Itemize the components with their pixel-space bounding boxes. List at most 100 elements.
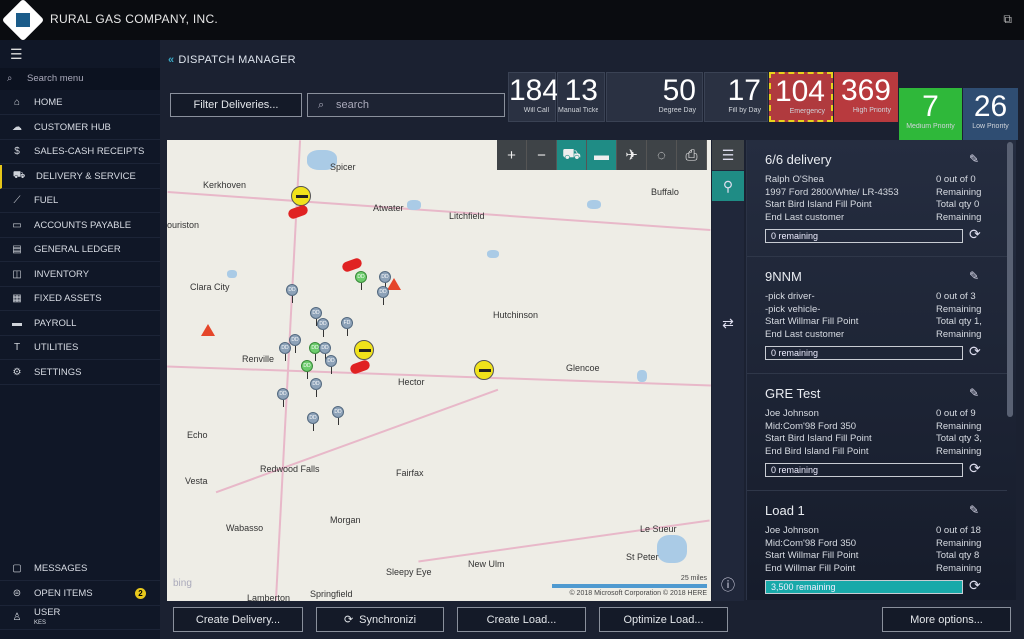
zoom-out-icon[interactable]: − — [527, 140, 557, 170]
refresh-icon[interactable]: ⟳ — [969, 226, 981, 243]
sidebar-item-payroll[interactable]: ▬ PAYROLL — [0, 312, 160, 336]
sidebar-icon: ⟋ — [13, 195, 21, 206]
map[interactable]: Spicer Kerkhoven Atwater Litchfield Buffalo o… — [167, 140, 711, 601]
create-load-button[interactable]: Create Load... — [457, 607, 586, 632]
lasso-icon[interactable]: ◌ — [647, 140, 677, 170]
sidebar-item-accounts-payable[interactable]: ▭ ACCOUNTS PAYABLE — [0, 214, 160, 238]
sidebar-item-delivery-service[interactable]: ⛟ DELIVERY & SERVICE — [0, 164, 160, 189]
scrollbar[interactable] — [1007, 142, 1013, 417]
load-card[interactable]: Load 1 ✎ Joe Johnson 0 out of 18 Mid:Com'98 … — [747, 491, 1007, 600]
edit-icon[interactable]: ✎ — [969, 152, 979, 166]
delivery-pin[interactable]: DD — [310, 307, 322, 326]
search-menu-input[interactable]: ⌕ Search menu — [0, 68, 160, 90]
edit-icon[interactable]: ✎ — [969, 386, 979, 400]
load-card[interactable]: GRE Test ✎ Joe Johnson 0 out of 9 Mid:Com'98… — [747, 374, 1007, 491]
delivery-pin[interactable]: DD — [286, 284, 298, 303]
more-options-button[interactable]: More options... — [882, 607, 1011, 632]
sidebar-item-user[interactable]: ♙ USER KES — [0, 606, 160, 630]
delivery-pin[interactable]: DD — [317, 318, 329, 337]
sidebar-icon: ♙ — [12, 612, 22, 623]
refresh-icon[interactable]: ⟳ — [969, 343, 981, 360]
tile-will-call[interactable]: 184 Will Call — [508, 72, 559, 122]
delivery-pin[interactable]: DD — [332, 406, 344, 425]
sidebar-icon: ▦ — [12, 293, 22, 304]
tile-degree-day[interactable]: 50 Degree Day — [606, 72, 703, 122]
scale-label: 25 miles — [680, 575, 707, 582]
tile-fill-by-day[interactable]: 17 Fill by Day — [704, 72, 768, 122]
zoom-in-icon[interactable]: + — [497, 140, 527, 170]
tile-medium-priority[interactable]: 7 Medium Priority — [899, 88, 962, 140]
search-input[interactable]: ⌕ search — [307, 93, 505, 117]
sidebar-item-fuel[interactable]: ⟋ FUEL — [0, 189, 160, 213]
tile-manual-ticket[interactable]: 13 Manual Ticket — [557, 72, 605, 122]
satellite-icon[interactable]: ✈ — [617, 140, 647, 170]
info-icon[interactable]: ⓘ — [712, 570, 744, 600]
map-pin-icon[interactable]: ⚲ — [712, 171, 744, 201]
list-view-icon[interactable]: ☰ — [712, 140, 744, 170]
sidebar-item-label: USER — [34, 606, 61, 618]
delivery-pin[interactable]: DD — [355, 271, 367, 290]
company-name: RURAL GAS COMPANY, INC. — [50, 12, 219, 26]
hamburger-menu-icon[interactable]: ☰ — [10, 46, 23, 63]
tile-value: 50 — [662, 74, 696, 107]
delivery-pin[interactable]: DD — [301, 360, 313, 379]
sidebar-item-home[interactable]: ⌂ HOME — [0, 91, 160, 115]
map-town-label: Spicer — [330, 162, 356, 172]
refresh-icon[interactable]: ⟳ — [969, 577, 981, 594]
sidebar-item-settings[interactable]: ⚙ SETTINGS — [0, 361, 160, 385]
load-stat: 0 out of 9 — [936, 408, 976, 419]
sidebar-item-fixed-assets[interactable]: ▦ FIXED ASSETS — [0, 287, 160, 311]
edit-icon[interactable]: ✎ — [969, 269, 979, 283]
sidebar-item-general-ledger[interactable]: ▤ GENERAL LEDGER — [0, 238, 160, 262]
sidebar-icon: ⛟ — [12, 169, 26, 181]
delivery-marker[interactable] — [291, 186, 311, 206]
tile-low-priority[interactable]: 26 Low Priority — [963, 88, 1018, 140]
sidebar-item-customer-hub[interactable]: ☁ CUSTOMER HUB — [0, 116, 160, 140]
swap-arrows-icon[interactable]: ⇄ — [712, 308, 744, 338]
delivery-pin[interactable]: DD — [379, 271, 391, 290]
delivery-pin[interactable]: DD — [279, 342, 291, 361]
map-town-label: Wabasso — [226, 523, 264, 533]
tile-label: Low Priority — [972, 123, 1009, 130]
progress-label: 0 remaining — [771, 231, 819, 241]
edit-icon[interactable]: ✎ — [969, 503, 979, 517]
delivery-pin[interactable]: DD — [319, 342, 331, 361]
delivery-pin[interactable]: DD — [307, 412, 319, 431]
warning-marker[interactable] — [201, 324, 215, 336]
load-card[interactable]: 6/6 delivery ✎ Ralph O'Shea 0 out of 0 1997 … — [747, 140, 1007, 257]
load-detail: End Last customer — [765, 211, 845, 223]
delivery-pin[interactable]: DD — [325, 355, 337, 374]
sidebar-item-inventory[interactable]: ◫ INVENTORY — [0, 263, 160, 287]
delivery-pin[interactable]: DD — [277, 388, 289, 407]
truck-layer-icon[interactable]: ⛟ — [557, 140, 587, 170]
map-town-label: Le Sueur — [640, 524, 677, 534]
delivery-marker[interactable] — [354, 340, 374, 360]
sidebar-item-utilities[interactable]: T UTILITIES — [0, 336, 160, 360]
load-stat: Remaining — [936, 303, 982, 315]
tile-high-priority[interactable]: 369 High Priority — [834, 72, 898, 122]
filter-deliveries-button[interactable]: Filter Deliveries... — [170, 93, 302, 117]
print-icon[interactable]: ⎙ — [677, 140, 707, 170]
sidebar-item-label: FUEL — [34, 195, 59, 206]
sidebar-item-open-items[interactable]: ⊜ OPEN ITEMS 2 — [0, 582, 160, 606]
sidebar-item-sales-cash-receipts[interactable]: $ SALES-CASH RECEIPTS — [0, 140, 160, 164]
sidebar-icon: ⌂ — [13, 97, 21, 108]
sidebar-item-messages[interactable]: ▢ MESSAGES — [0, 557, 160, 581]
tile-emergency[interactable]: 104 Emergency — [769, 72, 833, 122]
delivery-pin[interactable]: FD — [341, 317, 353, 336]
tank-layer-icon[interactable]: ▬ — [587, 140, 617, 170]
delivery-pin[interactable]: DD — [377, 286, 389, 305]
truck-marker[interactable] — [286, 203, 310, 221]
synchronize-button[interactable]: ⟳ Synchronizi — [316, 607, 444, 632]
sidebar-item-label: GENERAL LEDGER — [34, 244, 121, 255]
optimize-load-button[interactable]: Optimize Load... — [599, 607, 728, 632]
delivery-pin[interactable]: DD — [289, 334, 301, 353]
map-scale: 25 miles © 2018 Microsoft Corporation © 2… — [552, 575, 707, 597]
popout-icon[interactable]: ⧉ — [1003, 12, 1012, 27]
delivery-marker[interactable] — [474, 360, 494, 380]
load-card[interactable]: 9NNM ✎ -pick driver- 0 out of 3 -pick vehicl… — [747, 257, 1007, 374]
collapse-chevron-icon[interactable]: « — [168, 54, 174, 66]
refresh-icon[interactable]: ⟳ — [969, 460, 981, 477]
create-delivery-button[interactable]: Create Delivery... — [173, 607, 303, 632]
delivery-pin[interactable]: DD — [310, 378, 322, 397]
